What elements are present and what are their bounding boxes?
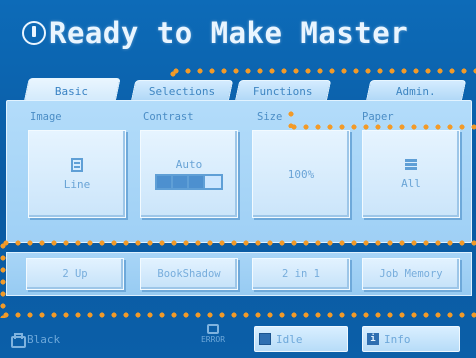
- section-label-contrast: Contrast: [143, 111, 194, 123]
- paper-value: All: [401, 176, 421, 190]
- contrast-segment: [173, 176, 189, 188]
- annotation-dots: [170, 68, 176, 80]
- ink-drum-icon: [10, 332, 26, 348]
- image-mode-button[interactable]: Line: [28, 130, 126, 218]
- status-icon: [22, 21, 46, 45]
- section-label-paper: Paper: [362, 111, 394, 123]
- ink-color-indicator: Black: [10, 326, 60, 352]
- annotation-dots: [288, 124, 476, 130]
- contrast-segment: [189, 176, 205, 188]
- two-up-button[interactable]: 2 Up: [26, 258, 124, 290]
- annotation-dots: [0, 240, 6, 318]
- size-button[interactable]: 100%: [252, 130, 350, 218]
- size-value: 100%: [287, 167, 315, 181]
- control-panel-screen: Ready to Make Master Basic Selections Fu…: [0, 0, 476, 358]
- idle-label: Idle: [276, 332, 303, 346]
- contrast-segment: [157, 176, 173, 188]
- contrast-level-bar: [155, 174, 223, 190]
- idle-square-icon: [259, 333, 271, 345]
- tab-selections[interactable]: Selections: [130, 80, 234, 102]
- annotation-dots: [0, 312, 476, 318]
- annotation-dots: [170, 68, 476, 74]
- annotation-dots: [288, 108, 294, 128]
- info-label: Info: [384, 332, 411, 346]
- idle-button[interactable]: Idle: [254, 326, 348, 352]
- two-in-one-button[interactable]: 2 in 1: [252, 258, 350, 290]
- job-memory-button[interactable]: Job Memory: [362, 258, 460, 290]
- section-label-image: Image: [30, 111, 62, 123]
- info-icon: i: [367, 333, 379, 345]
- ink-color-label: Black: [27, 332, 61, 346]
- document-icon: [71, 157, 83, 172]
- paper-stack-icon: [403, 158, 419, 171]
- annotation-dots: [0, 240, 476, 246]
- paper-button[interactable]: All: [362, 130, 460, 218]
- info-button[interactable]: i Info: [362, 326, 460, 352]
- error-label: ERROR: [200, 335, 226, 344]
- tab-functions[interactable]: Functions: [234, 80, 332, 102]
- tab-admin[interactable]: Admin.: [365, 80, 467, 102]
- error-icon: [207, 324, 219, 334]
- image-mode-value: Line: [63, 177, 91, 191]
- title-text: Ready to Make Master: [49, 16, 409, 50]
- contrast-button[interactable]: Auto: [140, 130, 238, 218]
- error-indicator[interactable]: ERROR: [196, 324, 230, 344]
- contrast-value: Auto: [175, 158, 203, 171]
- section-label-size: Size: [257, 111, 283, 123]
- book-shadow-button[interactable]: BookShadow: [140, 258, 238, 290]
- page-title: Ready to Make Master: [22, 16, 408, 50]
- contrast-segment: [205, 176, 221, 188]
